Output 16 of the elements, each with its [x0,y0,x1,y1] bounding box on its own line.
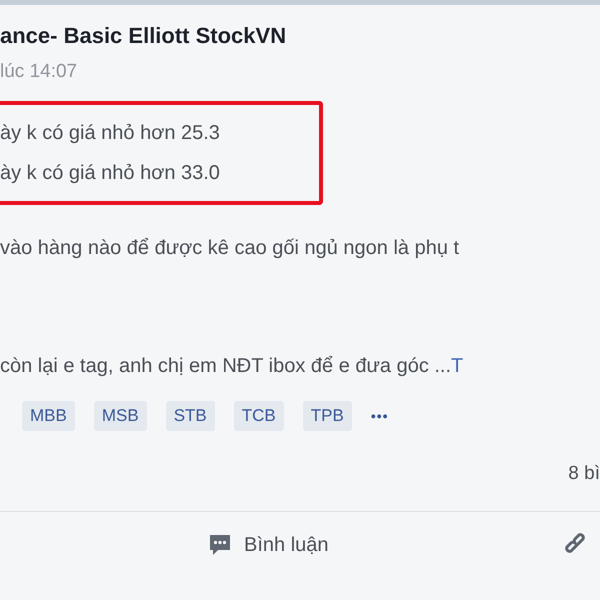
stock-tag[interactable]: MBB [22,401,75,431]
stock-tag[interactable]: STB [166,401,215,431]
more-tags-button[interactable]: ••• [370,408,389,424]
comment-icon [208,533,232,557]
post-time[interactable]: lúc 14:07 [0,59,600,85]
comment-count[interactable]: 8 bì [568,461,600,501]
post-text: ày k có giá nhỏ hơn 25.3 [0,121,221,146]
author-name[interactable]: ance- Basic Elliott StockVN [0,21,600,51]
post-text: ày k có giá nhỏ hơn 33.0 [0,161,221,186]
stock-tag[interactable]: MSB [94,401,147,431]
post-text: còn lại e tag, anh chị em NĐT ibox để e đưa góc ... [0,355,452,377]
stock-tag[interactable]: TPB [302,401,352,431]
comment-button[interactable]: Bình luận [204,529,333,561]
post-text: vào hàng nào để được kê cao gối ngủ ngon là phụ t [0,236,460,261]
stock-tag[interactable]: TCB [234,401,284,431]
see-more-link[interactable]: T [451,355,464,377]
